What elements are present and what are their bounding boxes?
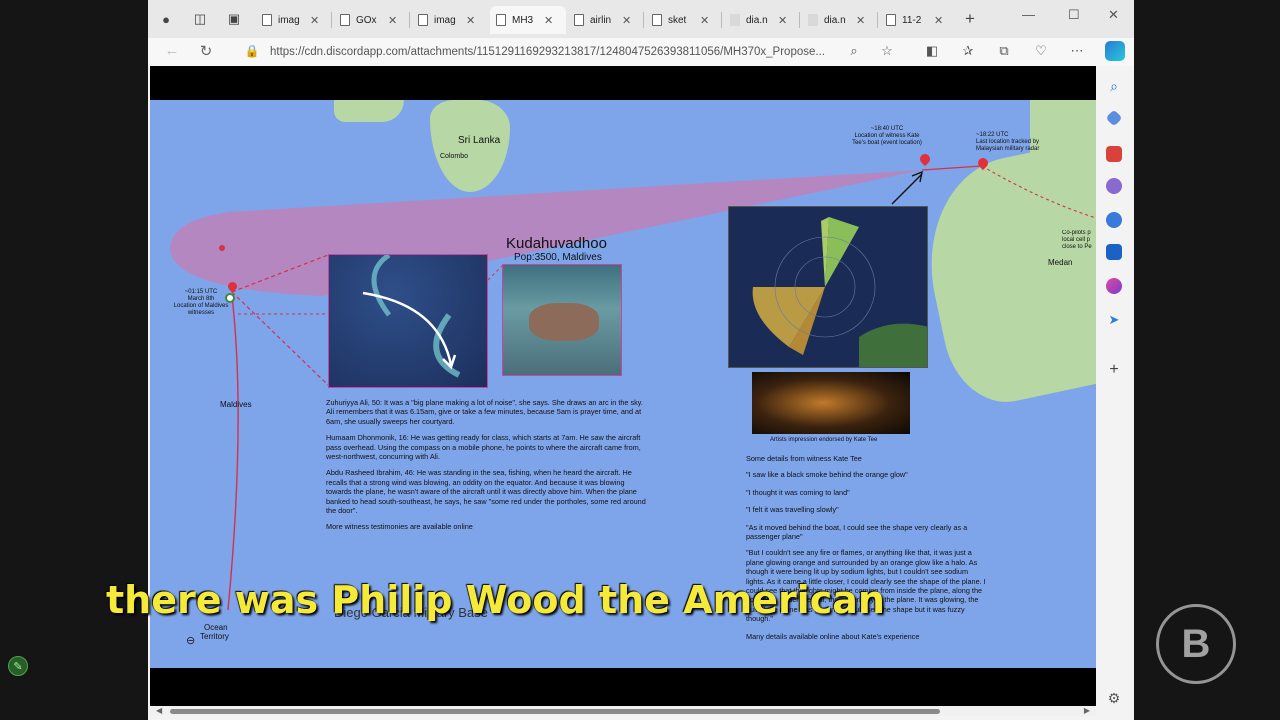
south-route [227, 295, 239, 611]
close-icon[interactable]: ✕ [856, 14, 865, 27]
tab-strip: ● ◫ ▣ imag ✕ GOx ✕ imag ✕ MH3 ✕ airlin ✕… [148, 0, 1134, 38]
tab-3[interactable]: imag ✕ [412, 6, 488, 34]
minimize-button[interactable]: — [1022, 7, 1035, 22]
channel-logo-icon: B [1156, 604, 1236, 684]
island-photo [502, 264, 622, 376]
outlook-icon[interactable] [1106, 244, 1122, 260]
page-icon [418, 14, 428, 26]
url-field[interactable]: https://cdn.discordapp.com/attachments/1… [270, 42, 840, 62]
close-window-button[interactable]: ✕ [1108, 7, 1119, 23]
zoom-icon[interactable]: ⌕ [845, 43, 863, 61]
radar-sectors-image [728, 206, 928, 368]
kate-tee-label: ~18:40 UTC Location of witness Kate Tee'… [852, 126, 922, 146]
favorites-icon[interactable]: ✰ [959, 43, 977, 61]
page-icon [652, 14, 662, 26]
people-icon[interactable] [1106, 178, 1122, 194]
zoom-out-icon[interactable]: ⊖ [186, 634, 195, 647]
refresh-button[interactable]: ↻ [196, 42, 216, 60]
lock-icon[interactable]: 🔒 [242, 44, 262, 58]
artist-impression-image [752, 372, 910, 434]
settings-gear-icon[interactable]: ⚙ [1106, 690, 1122, 706]
radar-label: ~18:22 UTC Last location tracked by Mala… [976, 132, 1040, 152]
copilot-phone-label: Co-pilots p local cell p close to Pe [1062, 230, 1092, 250]
page-icon [808, 14, 818, 26]
profile-icon[interactable]: ● [156, 9, 176, 29]
collections-icon[interactable]: ⧉ [995, 43, 1013, 61]
tab-4-active[interactable]: MH3 ✕ [490, 6, 566, 34]
back-button[interactable]: ← [162, 42, 182, 59]
tab-6[interactable]: sket ✕ [646, 6, 722, 34]
tab-actions-icon[interactable]: ▣ [224, 9, 244, 29]
edge-sidebar: ⌕ ➤ + ⚙ [1096, 66, 1134, 720]
new-tab-button[interactable]: + [960, 9, 980, 29]
close-icon[interactable]: ✕ [388, 14, 397, 27]
page-icon [730, 14, 740, 26]
tab-9[interactable]: 11-2 ✕ [880, 6, 956, 34]
designer-icon[interactable] [1106, 278, 1122, 294]
video-caption: there was Philip Wood the American [106, 578, 885, 622]
workspaces-icon[interactable]: ◫ [190, 9, 210, 29]
tab-7[interactable]: dia.n ✕ [724, 6, 800, 34]
close-icon[interactable]: ✕ [466, 14, 475, 27]
close-icon[interactable]: ✕ [310, 14, 319, 27]
search-icon[interactable]: ⌕ [1106, 78, 1122, 94]
close-icon[interactable]: ✕ [934, 14, 943, 27]
page-icon [262, 14, 272, 26]
toolbox-icon[interactable] [1106, 146, 1122, 162]
horizontal-scrollbar[interactable]: ◀ ▶ [150, 706, 1096, 716]
close-icon[interactable]: ✕ [622, 14, 631, 27]
scrollbar-thumb[interactable] [170, 709, 940, 714]
page-icon [496, 14, 506, 26]
browser-essentials-icon[interactable]: ♡ [1032, 43, 1050, 61]
close-icon[interactable]: ✕ [700, 14, 709, 27]
send-icon[interactable]: ➤ [1106, 312, 1122, 328]
copilot-icon[interactable] [1105, 41, 1125, 61]
page-icon [886, 14, 896, 26]
address-toolbar: ← ↻ 🔒 https://cdn.discordapp.com/attachm… [148, 38, 1134, 66]
close-icon[interactable]: ✕ [544, 14, 553, 27]
split-screen-icon[interactable]: ◧ [923, 43, 941, 61]
pencil-icon[interactable]: ✎ [8, 656, 28, 676]
tab-8[interactable]: dia.n ✕ [802, 6, 878, 34]
tag-icon[interactable] [1105, 109, 1123, 127]
maldives-witness-label: ~01:15 UTC March 8th Location of Maldive… [173, 289, 229, 316]
office-icon[interactable] [1106, 212, 1122, 228]
close-icon[interactable]: ✕ [778, 14, 787, 27]
tab-5[interactable]: airlin ✕ [568, 6, 644, 34]
page-icon [574, 14, 584, 26]
page-icon [340, 14, 350, 26]
tab-2[interactable]: GOx ✕ [334, 6, 410, 34]
favorite-star-icon[interactable]: ☆ [878, 43, 896, 61]
more-menu-icon[interactable]: ⋯ [1068, 43, 1086, 61]
add-sidebar-app-icon[interactable]: + [1106, 362, 1122, 378]
tab-1[interactable]: imag ✕ [256, 6, 332, 34]
atoll-satellite-image [328, 254, 488, 388]
maldives-testimonies: Zuhuriyya Ali, 50: It was a "big plane m… [326, 398, 646, 532]
maximize-button[interactable]: ☐ [1068, 7, 1080, 23]
